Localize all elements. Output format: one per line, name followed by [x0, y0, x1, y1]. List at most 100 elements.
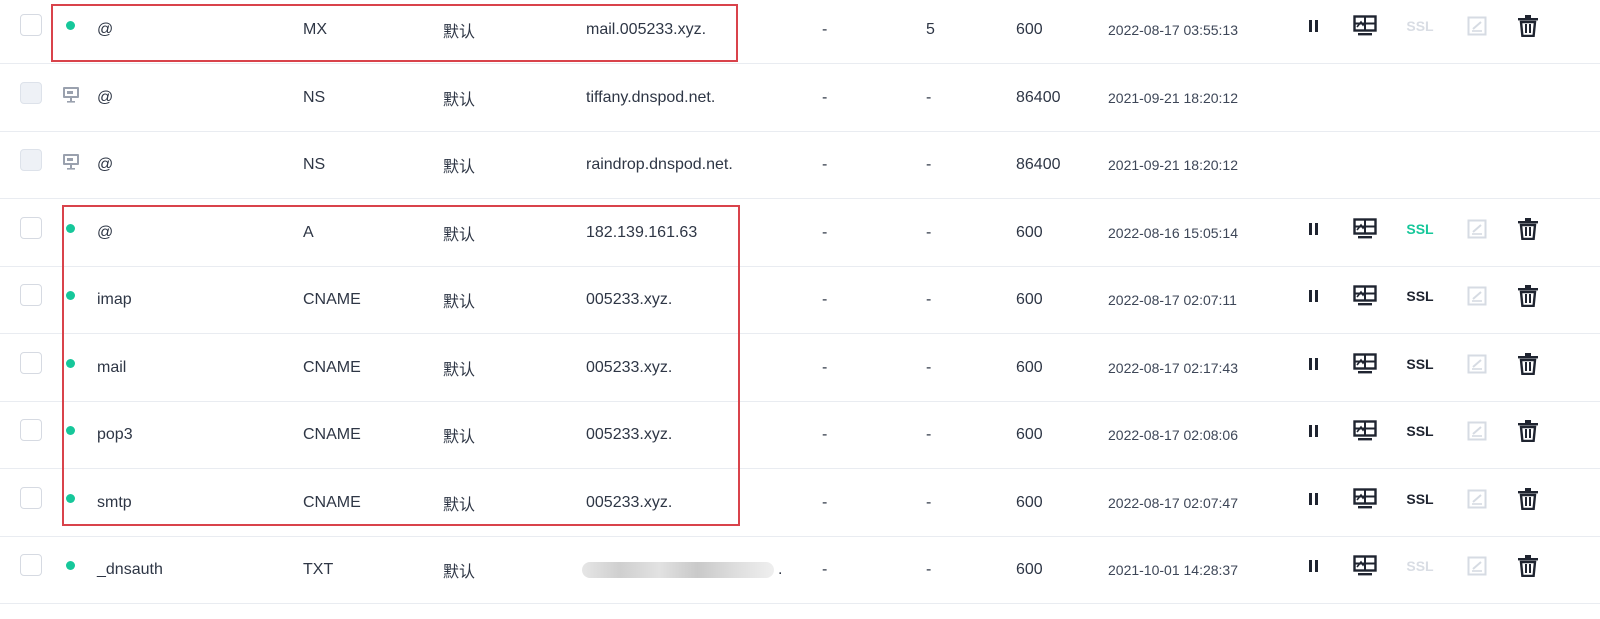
ssl-button[interactable]: SSL — [1402, 352, 1438, 376]
value-cell: mail.005233.xyz. — [586, 21, 707, 38]
weight-cell: - — [822, 21, 828, 38]
updated-time-cell: 2022-08-17 02:17:43 — [1108, 359, 1238, 376]
system-record-icon — [62, 152, 80, 170]
ttl-cell: 600 — [1016, 358, 1043, 376]
updated-time-cell: 2022-08-16 15:05:14 — [1108, 224, 1238, 241]
row-checkbox[interactable] — [20, 486, 42, 509]
pause-icon[interactable] — [1304, 419, 1324, 443]
value-cell: tiffany.dnspod.net. — [586, 88, 716, 106]
monitor-icon[interactable] — [1352, 217, 1378, 241]
row-checkbox — [20, 149, 42, 171]
status-dot-icon — [66, 358, 75, 368]
type-cell: CNAME — [303, 493, 361, 511]
type-cell: NS — [303, 156, 326, 173]
weight-cell: - — [822, 426, 828, 443]
row-checkbox[interactable] — [20, 351, 42, 374]
monitor-icon[interactable] — [1352, 554, 1378, 578]
value-cell: 005233.xyz. — [586, 358, 673, 376]
table-row: smtp CNAME 默认 005233.xyz. - - 600 2022-08-17 02… — [0, 469, 1600, 537]
row-checkbox[interactable] — [20, 14, 42, 36]
mx-priority-cell: - — [926, 291, 932, 308]
weight-cell: - — [822, 88, 828, 106]
table-row: pop3 CNAME 默认 005233.xyz. - - 600 2022-08-17 02… — [0, 401, 1600, 469]
weight-cell: - — [822, 561, 828, 578]
ssl-button[interactable]: SSL — [1402, 14, 1438, 38]
ssl-button[interactable]: SSL — [1402, 419, 1438, 443]
pause-icon[interactable] — [1304, 352, 1324, 376]
edit-icon — [1466, 352, 1488, 376]
trash-icon[interactable] — [1517, 487, 1539, 511]
line-cell: 默认 — [443, 562, 476, 581]
trash-icon[interactable] — [1517, 419, 1539, 443]
line-cell: 默认 — [443, 89, 476, 109]
weight-cell: - — [822, 223, 828, 241]
updated-time-cell: 2022-08-17 03:55:13 — [1108, 22, 1238, 38]
weight-cell: - — [822, 358, 828, 376]
table-row: _dnsauth TXT 默认. - - 600 2021-10-01 14:28:37 SS… — [0, 536, 1600, 604]
type-cell: A — [303, 223, 314, 241]
pause-icon[interactable] — [1304, 14, 1324, 38]
updated-time-cell: 2022-08-17 02:07:47 — [1108, 494, 1238, 511]
pause-icon[interactable] — [1304, 217, 1324, 241]
mx-priority-cell: - — [926, 561, 932, 578]
edit-icon — [1466, 554, 1488, 578]
mx-priority-cell: - — [926, 358, 932, 376]
host-cell: imap — [97, 291, 132, 308]
pause-icon[interactable] — [1304, 284, 1324, 308]
trash-icon[interactable] — [1517, 554, 1539, 578]
status-dot-icon — [66, 561, 75, 570]
edit-icon — [1466, 419, 1488, 443]
row-checkbox — [20, 81, 42, 104]
updated-time-cell: 2022-08-17 02:07:11 — [1108, 292, 1237, 308]
mx-priority-cell: - — [926, 223, 932, 241]
weight-cell: - — [822, 493, 828, 511]
type-cell: CNAME — [303, 358, 361, 376]
value-cell: raindrop.dnspod.net. — [586, 156, 733, 173]
row-checkbox[interactable] — [20, 216, 42, 239]
row-checkbox[interactable] — [20, 419, 42, 441]
table-row: @ MX 默认 mail.005233.xyz. - 5 600 2022-08-17 03:… — [0, 0, 1600, 64]
redacted-value-blur — [582, 562, 774, 578]
type-cell: CNAME — [303, 291, 361, 308]
host-cell: @ — [97, 88, 114, 106]
weight-cell: - — [822, 156, 828, 173]
edit-icon — [1466, 487, 1488, 511]
monitor-icon[interactable] — [1352, 487, 1378, 511]
status-dot-icon — [66, 223, 75, 233]
ssl-button[interactable]: SSL — [1402, 217, 1438, 241]
ssl-button[interactable]: SSL — [1402, 284, 1438, 308]
host-cell: @ — [97, 223, 114, 241]
monitor-icon[interactable] — [1352, 284, 1378, 308]
monitor-icon[interactable] — [1352, 352, 1378, 376]
updated-time-cell: 2022-08-17 02:08:06 — [1108, 427, 1238, 443]
type-cell: CNAME — [303, 426, 361, 443]
line-cell: 默认 — [443, 224, 476, 244]
value-cell: 005233.xyz. — [586, 493, 673, 511]
host-cell: smtp — [97, 493, 132, 511]
ssl-button[interactable]: SSL — [1402, 554, 1438, 578]
row-checkbox[interactable] — [20, 554, 42, 576]
trash-icon[interactable] — [1517, 284, 1539, 308]
mx-priority-cell: - — [926, 156, 932, 173]
trash-icon[interactable] — [1517, 217, 1539, 241]
type-cell: MX — [303, 21, 327, 38]
status-dot-icon — [66, 21, 75, 30]
ssl-button[interactable]: SSL — [1402, 487, 1438, 511]
edit-icon — [1466, 284, 1488, 308]
trash-icon[interactable] — [1517, 352, 1539, 376]
line-cell: 默认 — [443, 22, 476, 41]
row-checkbox[interactable] — [20, 284, 42, 306]
pause-icon[interactable] — [1304, 554, 1324, 578]
line-cell: 默认 — [443, 157, 476, 176]
monitor-icon[interactable] — [1352, 14, 1378, 38]
dns-record-table: @ MX 默认 mail.005233.xyz. -5 600 2022-08-17 03:… — [0, 0, 1600, 619]
ttl-cell: 600 — [1016, 493, 1043, 511]
table-row: mail CNAME 默认 005233.xyz. - - 600 2022-08-17 02… — [0, 334, 1600, 402]
type-cell: NS — [303, 88, 326, 106]
ttl-cell: 86400 — [1016, 156, 1061, 173]
monitor-icon[interactable] — [1352, 419, 1378, 443]
trash-icon[interactable] — [1517, 14, 1539, 38]
mx-priority-cell: - — [926, 88, 932, 106]
pause-icon[interactable] — [1304, 487, 1324, 511]
value-cell: 182.139.161.63 — [586, 223, 698, 241]
